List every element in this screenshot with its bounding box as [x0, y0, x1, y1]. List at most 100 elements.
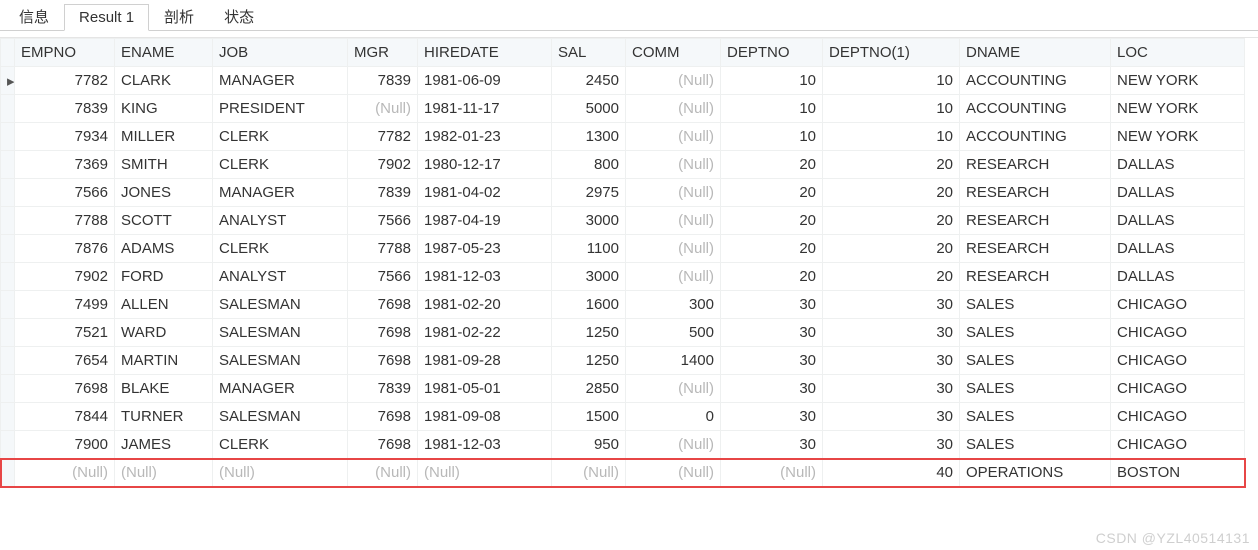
cell-SAL[interactable]: 2975: [552, 179, 626, 207]
cell-ENAME[interactable]: BLAKE: [115, 375, 213, 403]
cell-MGR[interactable]: 7782: [348, 123, 418, 151]
cell-SAL[interactable]: 2450: [552, 67, 626, 95]
tab-3[interactable]: 状态: [209, 1, 269, 31]
result-grid[interactable]: EMPNOENAMEJOBMGRHIREDATESALCOMMDEPTNODEP…: [0, 38, 1245, 487]
cell-DEPTNO[interactable]: 30: [721, 291, 823, 319]
cell-SAL[interactable]: 1600: [552, 291, 626, 319]
cell-COMM[interactable]: 1400: [626, 347, 721, 375]
cell-SAL[interactable]: 3000: [552, 263, 626, 291]
cell-LOC[interactable]: CHICAGO: [1111, 347, 1245, 375]
table-row[interactable]: 7839KINGPRESIDENT(Null)1981-11-175000(Nu…: [1, 95, 1245, 123]
cell-EMPNO[interactable]: 7698: [15, 375, 115, 403]
column-header-COMM[interactable]: COMM: [626, 39, 721, 67]
cell-ENAME[interactable]: ALLEN: [115, 291, 213, 319]
cell-HIREDATE[interactable]: 1981-04-02: [418, 179, 552, 207]
cell-MGR[interactable]: 7698: [348, 291, 418, 319]
cell-MGR[interactable]: (Null): [348, 95, 418, 123]
cell-ENAME[interactable]: FORD: [115, 263, 213, 291]
cell-DNAME[interactable]: RESEARCH: [960, 235, 1111, 263]
cell-HIREDATE[interactable]: 1981-09-28: [418, 347, 552, 375]
cell-EMPNO[interactable]: 7521: [15, 319, 115, 347]
cell-COMM[interactable]: (Null): [626, 431, 721, 459]
cell-MGR[interactable]: 7698: [348, 431, 418, 459]
column-header-EMPNO[interactable]: EMPNO: [15, 39, 115, 67]
cell-DEPTNO[interactable]: 20: [721, 263, 823, 291]
cell-COMM[interactable]: (Null): [626, 207, 721, 235]
cell-HIREDATE[interactable]: 1981-12-03: [418, 431, 552, 459]
cell-MGR[interactable]: 7839: [348, 375, 418, 403]
cell-EMPNO[interactable]: 7844: [15, 403, 115, 431]
table-row[interactable]: 7876ADAMSCLERK77881987-05-231100(Null)20…: [1, 235, 1245, 263]
cell-HIREDATE[interactable]: 1981-09-08: [418, 403, 552, 431]
column-header-MGR[interactable]: MGR: [348, 39, 418, 67]
column-header-SAL[interactable]: SAL: [552, 39, 626, 67]
cell-JOB[interactable]: MANAGER: [213, 375, 348, 403]
cell-ENAME[interactable]: CLARK: [115, 67, 213, 95]
cell-DEPTNO1[interactable]: 40: [823, 459, 960, 487]
column-header-DEPTNO1[interactable]: DEPTNO(1): [823, 39, 960, 67]
cell-SAL[interactable]: (Null): [552, 459, 626, 487]
cell-MGR[interactable]: 7566: [348, 207, 418, 235]
cell-DEPTNO[interactable]: 30: [721, 431, 823, 459]
cell-COMM[interactable]: (Null): [626, 67, 721, 95]
table-row[interactable]: 7654MARTINSALESMAN76981981-09-2812501400…: [1, 347, 1245, 375]
cell-MGR[interactable]: 7698: [348, 403, 418, 431]
cell-HIREDATE[interactable]: 1987-05-23: [418, 235, 552, 263]
tab-0[interactable]: 信息: [4, 1, 64, 31]
cell-HIREDATE[interactable]: 1980-12-17: [418, 151, 552, 179]
cell-LOC[interactable]: CHICAGO: [1111, 403, 1245, 431]
cell-EMPNO[interactable]: 7900: [15, 431, 115, 459]
cell-DEPTNO[interactable]: 20: [721, 151, 823, 179]
cell-HIREDATE[interactable]: 1981-11-17: [418, 95, 552, 123]
cell-DEPTNO[interactable]: 30: [721, 347, 823, 375]
cell-COMM[interactable]: (Null): [626, 151, 721, 179]
cell-HIREDATE[interactable]: 1981-12-03: [418, 263, 552, 291]
column-header-DEPTNO[interactable]: DEPTNO: [721, 39, 823, 67]
cell-DEPTNO1[interactable]: 30: [823, 347, 960, 375]
cell-SAL[interactable]: 5000: [552, 95, 626, 123]
cell-ENAME[interactable]: JAMES: [115, 431, 213, 459]
column-header-ENAME[interactable]: ENAME: [115, 39, 213, 67]
cell-DEPTNO[interactable]: 10: [721, 67, 823, 95]
cell-EMPNO[interactable]: 7839: [15, 95, 115, 123]
cell-DNAME[interactable]: SALES: [960, 403, 1111, 431]
cell-SAL[interactable]: 1300: [552, 123, 626, 151]
cell-ENAME[interactable]: KING: [115, 95, 213, 123]
cell-LOC[interactable]: CHICAGO: [1111, 431, 1245, 459]
cell-DEPTNO1[interactable]: 20: [823, 151, 960, 179]
cell-DNAME[interactable]: ACCOUNTING: [960, 123, 1111, 151]
cell-JOB[interactable]: CLERK: [213, 151, 348, 179]
cell-EMPNO[interactable]: 7654: [15, 347, 115, 375]
cell-DNAME[interactable]: SALES: [960, 291, 1111, 319]
cell-EMPNO[interactable]: 7782: [15, 67, 115, 95]
cell-LOC[interactable]: DALLAS: [1111, 263, 1245, 291]
cell-MGR[interactable]: 7839: [348, 67, 418, 95]
cell-SAL[interactable]: 2850: [552, 375, 626, 403]
cell-MGR[interactable]: 7839: [348, 179, 418, 207]
cell-DEPTNO[interactable]: 20: [721, 179, 823, 207]
cell-SAL[interactable]: 3000: [552, 207, 626, 235]
cell-HIREDATE[interactable]: (Null): [418, 459, 552, 487]
cell-DNAME[interactable]: RESEARCH: [960, 207, 1111, 235]
column-header-JOB[interactable]: JOB: [213, 39, 348, 67]
cell-JOB[interactable]: ANALYST: [213, 207, 348, 235]
column-header-HIREDATE[interactable]: HIREDATE: [418, 39, 552, 67]
cell-DEPTNO1[interactable]: 20: [823, 263, 960, 291]
cell-DNAME[interactable]: SALES: [960, 375, 1111, 403]
cell-DNAME[interactable]: SALES: [960, 431, 1111, 459]
table-row[interactable]: 7698BLAKEMANAGER78391981-05-012850(Null)…: [1, 375, 1245, 403]
cell-COMM[interactable]: (Null): [626, 459, 721, 487]
cell-DEPTNO1[interactable]: 30: [823, 319, 960, 347]
cell-EMPNO[interactable]: 7499: [15, 291, 115, 319]
cell-HIREDATE[interactable]: 1987-04-19: [418, 207, 552, 235]
cell-DNAME[interactable]: RESEARCH: [960, 151, 1111, 179]
cell-COMM[interactable]: (Null): [626, 375, 721, 403]
cell-EMPNO[interactable]: 7788: [15, 207, 115, 235]
cell-DEPTNO1[interactable]: 10: [823, 123, 960, 151]
cell-DEPTNO1[interactable]: 20: [823, 207, 960, 235]
cell-JOB[interactable]: SALESMAN: [213, 347, 348, 375]
cell-DEPTNO1[interactable]: 30: [823, 403, 960, 431]
cell-MGR[interactable]: (Null): [348, 459, 418, 487]
cell-DEPTNO1[interactable]: 30: [823, 375, 960, 403]
cell-JOB[interactable]: PRESIDENT: [213, 95, 348, 123]
